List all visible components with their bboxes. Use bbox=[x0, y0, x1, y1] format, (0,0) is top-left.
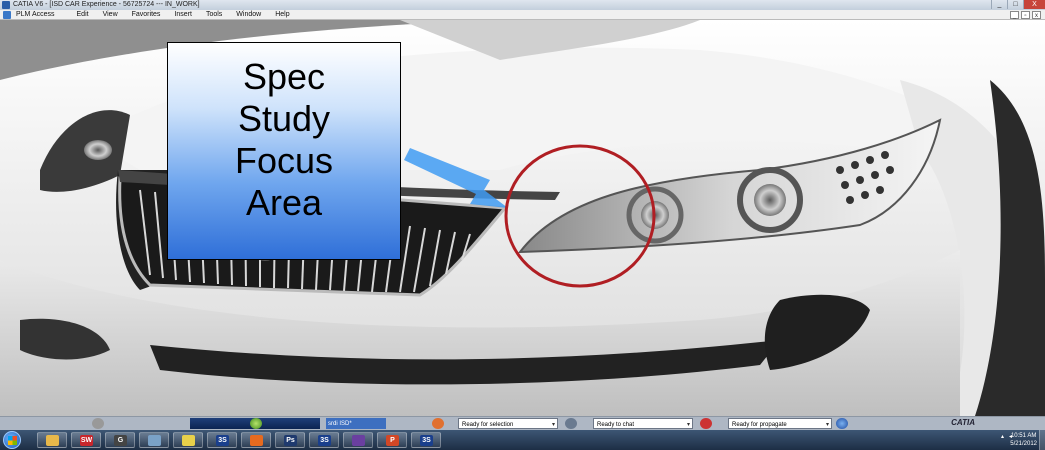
doc-close-button[interactable]: x bbox=[1032, 11, 1041, 19]
search-field[interactable]: srdi ISD* bbox=[326, 418, 386, 429]
car-render bbox=[0, 20, 1045, 416]
blue-globe-icon[interactable] bbox=[836, 418, 848, 429]
start-button[interactable] bbox=[3, 431, 21, 449]
menu-window[interactable]: Window bbox=[236, 10, 261, 20]
propagate-status: Ready for propagate ▾ bbox=[728, 418, 832, 429]
taskbar-app-powerpoint[interactable]: P bbox=[377, 432, 407, 448]
callout-line-4: Area bbox=[245, 182, 323, 223]
catia-app-icon[interactable] bbox=[2, 1, 10, 9]
taskbar: SW G 3S Ps 3S P 3S ▴ ◂ 10:51 AM 5/21/2012 bbox=[0, 430, 1045, 450]
3d-viewport[interactable]: Spec Study Focus Area bbox=[0, 20, 1045, 416]
callout-line-2: Study bbox=[237, 98, 331, 139]
green-globe-icon[interactable] bbox=[250, 418, 262, 429]
selection-status: Ready for selection ▾ bbox=[458, 418, 558, 429]
catia-3-icon: 3S bbox=[420, 435, 433, 446]
menu-favorites[interactable]: Favorites bbox=[132, 10, 161, 20]
tray-arrow-icon[interactable]: ▴ bbox=[1001, 433, 1004, 440]
propagate-status-text: Ready for propagate bbox=[732, 422, 787, 428]
spec-study-callout: Spec Study Focus Area bbox=[167, 42, 401, 260]
callout-line-3: Focus bbox=[234, 140, 334, 181]
document-window-controls: _ ▫ x bbox=[1008, 11, 1041, 19]
taskbar-app-catia-1[interactable]: 3S bbox=[207, 432, 237, 448]
taskbar-app-solidworks[interactable]: SW bbox=[71, 432, 101, 448]
taskbar-app-firefox[interactable] bbox=[241, 432, 271, 448]
status-bar: srdi ISD* Ready for selection ▾ Ready to… bbox=[0, 416, 1045, 430]
windows-logo-icon bbox=[8, 436, 17, 445]
clock[interactable]: 10:51 AM 5/21/2012 bbox=[1010, 432, 1037, 448]
taskbar-app-explorer[interactable] bbox=[37, 432, 67, 448]
selection-status-text: Ready for selection bbox=[462, 422, 514, 428]
menu-insert[interactable]: Insert bbox=[174, 10, 192, 20]
menu-edit[interactable]: Edit bbox=[77, 10, 89, 20]
search-tool-icon[interactable] bbox=[432, 418, 444, 429]
chat-icon[interactable] bbox=[565, 418, 577, 429]
network-icon bbox=[148, 435, 161, 446]
chat-status: Ready to chat ▾ bbox=[593, 418, 693, 429]
doc-minimize-button[interactable]: _ bbox=[1010, 11, 1019, 19]
menu-help[interactable]: Help bbox=[275, 10, 289, 20]
chat-status-text: Ready to chat bbox=[597, 422, 635, 428]
document-icon[interactable] bbox=[3, 11, 11, 19]
app-g-icon: G bbox=[114, 435, 127, 446]
title-bar: CATIA V6 - [ISD CAR Experience - 5672572… bbox=[0, 0, 1045, 10]
menu-items: PLM Access Edit View Favorites Insert To… bbox=[16, 10, 304, 20]
explorer-icon bbox=[46, 435, 59, 446]
minimize-button[interactable]: _ bbox=[991, 0, 1007, 9]
photoshop-icon: Ps bbox=[284, 435, 297, 446]
taskbar-app-media[interactable] bbox=[343, 432, 373, 448]
taskbar-app-network[interactable] bbox=[139, 432, 169, 448]
menu-plm-access[interactable]: PLM Access bbox=[16, 10, 55, 20]
taskbar-app-catia-2[interactable]: 3S bbox=[309, 432, 339, 448]
taskbar-app-photoshop[interactable]: Ps bbox=[275, 432, 305, 448]
menu-bar: PLM Access Edit View Favorites Insert To… bbox=[0, 10, 1045, 20]
taskbar-app-lightbulb[interactable] bbox=[173, 432, 203, 448]
window-title: CATIA V6 - [ISD CAR Experience - 5672572… bbox=[13, 1, 200, 8]
media-icon bbox=[352, 435, 365, 446]
powerpoint-icon: P bbox=[386, 435, 399, 446]
menu-tools[interactable]: Tools bbox=[206, 10, 222, 20]
compass-icon[interactable] bbox=[92, 418, 104, 429]
catia-logo: CATIA bbox=[951, 418, 975, 427]
catia-2-icon: 3S bbox=[318, 435, 331, 446]
show-desktop-button[interactable] bbox=[1039, 430, 1045, 450]
propagate-icon[interactable] bbox=[700, 418, 712, 429]
taskbar-app-catia-3[interactable]: 3S bbox=[411, 432, 441, 448]
callout-line-1: Spec bbox=[242, 56, 326, 97]
lightbulb-icon bbox=[182, 435, 195, 446]
maximize-button[interactable]: □ bbox=[1007, 0, 1023, 9]
taskbar-app-app-g[interactable]: G bbox=[105, 432, 135, 448]
window-controls: _ □ X bbox=[991, 0, 1045, 10]
menu-view[interactable]: View bbox=[103, 10, 118, 20]
doc-restore-button[interactable]: ▫ bbox=[1021, 11, 1030, 19]
clock-date: 5/21/2012 bbox=[1010, 441, 1037, 447]
solidworks-icon: SW bbox=[80, 435, 93, 446]
firefox-icon bbox=[250, 435, 263, 446]
catia-1-icon: 3S bbox=[216, 435, 229, 446]
clock-time: 10:51 AM bbox=[1010, 433, 1037, 439]
close-button[interactable]: X bbox=[1023, 0, 1045, 9]
